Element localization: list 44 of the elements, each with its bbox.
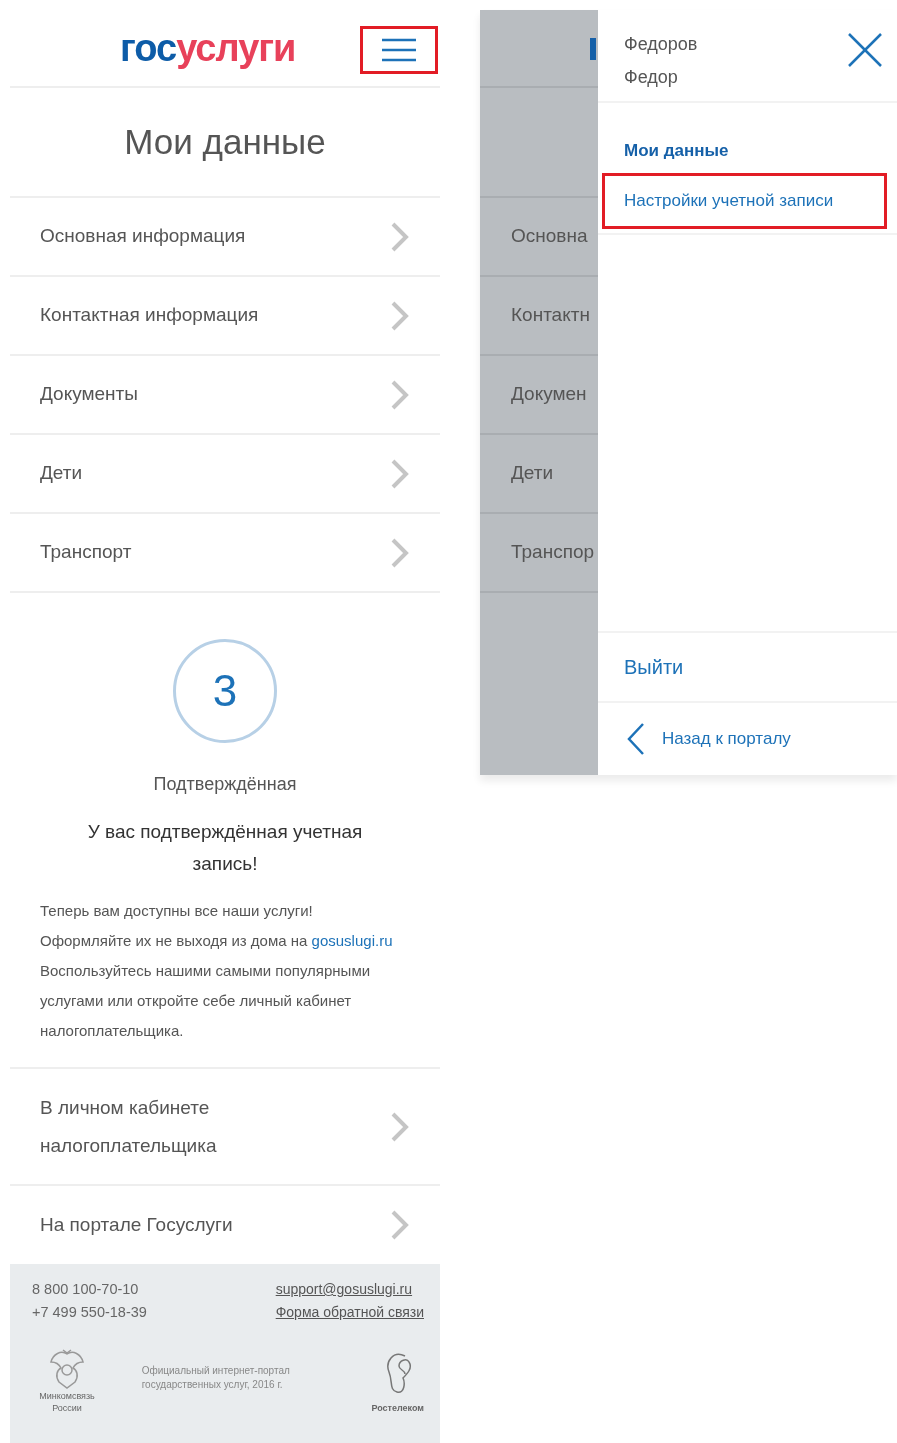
- chevron-icon: [390, 220, 410, 253]
- logo-fragment-icon: [590, 38, 596, 60]
- phone-number: 8 800 100-70-10: [32, 1280, 140, 1299]
- status-text: Теперь вам доступны все наши услуги! Оформляйте их не выходя из дома на gosuslugi.ru Воспользуйтесь нашими самыми популярными услугами или откройте себе личный кабинет налогоплательщика.: [39, 901, 394, 1041]
- user-name: Федоров: [624, 33, 699, 56]
- emblem-icon: [47, 1348, 87, 1390]
- page-title: Мои данные: [124, 120, 326, 163]
- chevron-icon: [390, 1209, 410, 1241]
- status-heading: У вас подтверждённая учетная запись!: [86, 820, 364, 876]
- copyright-text: Официальный интернет-портал государственных услуг, 2016 г.: [141, 1364, 291, 1392]
- chevron-icon: [390, 1110, 410, 1143]
- ministry-name: Минкомсвязь России: [38, 1390, 96, 1414]
- menu-row[interactable]: Документы: [10, 356, 440, 435]
- footer-link[interactable]: support@gosuslugi.ru: [275, 1278, 424, 1301]
- chevron-icon: [390, 536, 410, 569]
- operator-name: Ростелеком: [371, 1402, 424, 1414]
- menu-row-text: Контактн: [511, 303, 590, 328]
- menu-row[interactable]: Основная информация: [10, 198, 440, 277]
- drawer-menu-item[interactable]: Настройки учетной записи: [602, 173, 887, 229]
- logo[interactable]: госуслуги: [120, 29, 296, 67]
- chevron-icon: [390, 378, 410, 411]
- chevron-icon: [390, 299, 410, 332]
- footer-link[interactable]: Форма обратной связи: [275, 1301, 424, 1324]
- close-button[interactable]: [847, 32, 883, 68]
- menu-row-text: Основна: [511, 224, 588, 249]
- status-label: Подтверждённая: [153, 773, 297, 796]
- menu-row[interactable]: Транспорт: [10, 514, 440, 593]
- menu-icon: [381, 38, 417, 62]
- level-badge: 3: [173, 639, 277, 743]
- menu-row[interactable]: Дети: [10, 435, 440, 514]
- menu-row[interactable]: Контактная информация: [10, 277, 440, 356]
- menu-row-text: Докумен: [511, 382, 587, 407]
- chevron-icon: [390, 457, 410, 490]
- logout-link[interactable]: Выйти: [624, 652, 684, 682]
- back-link[interactable]: Назад к порталу: [598, 703, 897, 775]
- user-name: Федор: [624, 66, 679, 89]
- menu-button[interactable]: [360, 26, 438, 74]
- menu-row[interactable]: В личном кабинете налогоплательщика: [10, 1069, 440, 1186]
- portal-link[interactable]: gosuslugi.ru: [311, 932, 393, 949]
- drawer-menu-item[interactable]: Мои данные: [602, 123, 887, 173]
- menu-row-text: Дети: [511, 461, 554, 486]
- phone-number: +7 499 550-18-39: [32, 1303, 147, 1322]
- menu-row[interactable]: На портале Госуслуги: [10, 1186, 440, 1264]
- menu-row-text: Транспор: [511, 540, 595, 565]
